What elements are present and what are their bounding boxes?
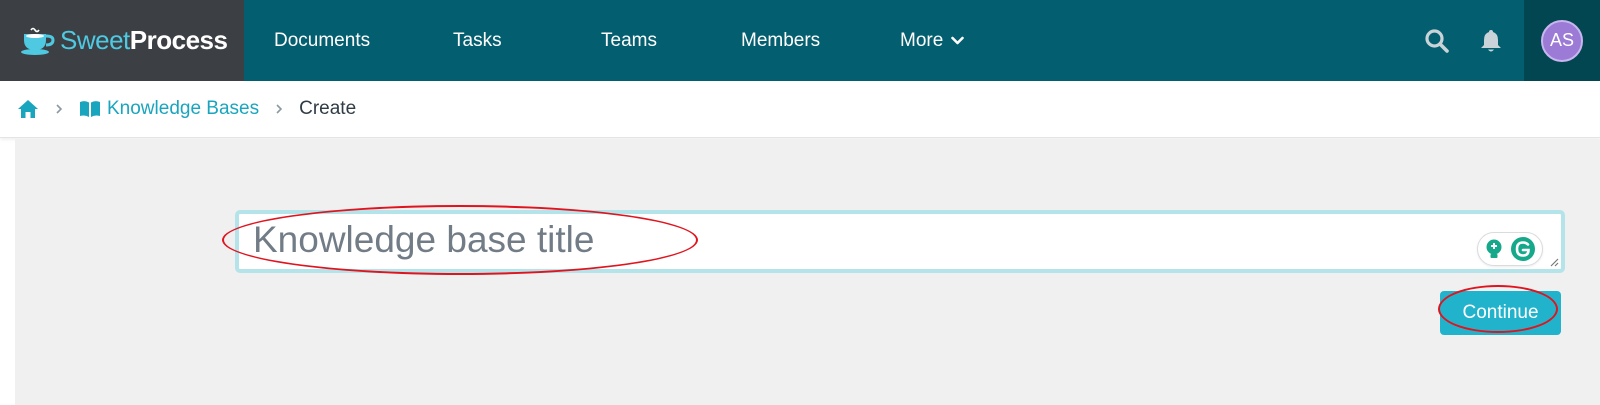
breadcrumb-knowledge-bases[interactable]: Knowledge Bases — [79, 98, 259, 120]
knowledge-base-title-input[interactable]: Knowledge base title — [235, 210, 1565, 273]
breadcrumb: Knowledge Bases Create — [0, 81, 1600, 138]
breadcrumb-separator-icon — [275, 103, 283, 115]
search-icon — [1425, 29, 1449, 53]
nav-teams[interactable]: Teams — [601, 0, 657, 81]
title-placeholder: Knowledge base title — [253, 219, 595, 260]
user-menu: AS — [1524, 0, 1600, 81]
teacup-icon — [21, 27, 55, 55]
top-navbar: SweetProcess Documents Tasks Teams Membe… — [0, 0, 1600, 81]
lightbulb-icon — [1486, 239, 1502, 258]
notifications-button[interactable] — [1476, 26, 1506, 56]
grammarly-icon — [1511, 237, 1535, 261]
grammarly-widget[interactable] — [1477, 232, 1543, 266]
bell-icon — [1481, 30, 1501, 52]
brand-name-light: Sweet — [60, 25, 130, 55]
brand-name: SweetProcess — [60, 25, 228, 56]
breadcrumb-home[interactable] — [17, 99, 39, 119]
search-button[interactable] — [1422, 26, 1452, 56]
open-book-icon — [80, 101, 100, 117]
avatar[interactable]: AS — [1541, 19, 1583, 62]
nav-tasks[interactable]: Tasks — [453, 0, 502, 81]
breadcrumb-separator-icon — [55, 103, 63, 115]
home-icon — [18, 100, 38, 118]
nav-documents[interactable]: Documents — [274, 0, 370, 81]
resize-handle-icon[interactable] — [1549, 257, 1559, 267]
brand-name-bold: Process — [129, 25, 228, 55]
breadcrumb-current: Create — [299, 98, 357, 119]
nav-members[interactable]: Members — [741, 0, 820, 81]
continue-button[interactable]: Continue — [1440, 291, 1561, 335]
main-content: Knowledge base title Continue — [15, 139, 1600, 405]
breadcrumb-knowledge-bases-label: Knowledge Bases — [107, 98, 260, 119]
nav-more-label: More — [900, 29, 944, 51]
nav-more-dropdown[interactable]: More — [900, 0, 965, 81]
chevron-down-icon — [951, 36, 965, 44]
brand-logo[interactable]: SweetProcess — [0, 0, 244, 81]
